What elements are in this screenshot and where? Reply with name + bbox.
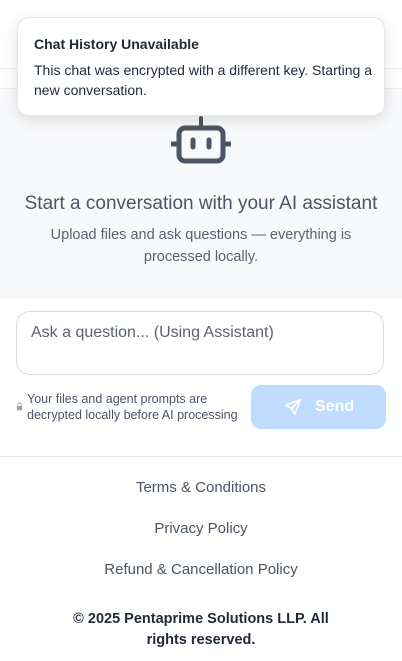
terms-link[interactable]: Terms & Conditions xyxy=(0,479,402,496)
question-input[interactable] xyxy=(29,322,373,370)
robot-icon xyxy=(171,116,231,164)
question-input-box xyxy=(16,311,384,375)
paper-plane-icon xyxy=(284,398,302,416)
send-button-label: Send xyxy=(315,398,355,415)
toast-message: This chat was encrypted with a different… xyxy=(34,62,372,98)
history-unavailable-toast: Chat History Unavailable This chat was e… xyxy=(17,17,385,116)
privacy-policy-link[interactable]: Privacy Policy xyxy=(0,520,402,537)
empty-state-title: Start a conversation with your AI assist… xyxy=(24,193,378,214)
refund-policy-link[interactable]: Refund & Cancellation Policy xyxy=(0,561,402,578)
send-button[interactable]: Send xyxy=(251,385,386,429)
empty-state-subtitle: Upload files and ask questions — everyth… xyxy=(50,227,352,265)
lock-icon xyxy=(16,402,23,411)
copyright-text: © 2025 Pentaprime Solutions LLP. All rig… xyxy=(73,611,329,648)
privacy-note: Your files and agent prompts are decrypt… xyxy=(27,392,238,422)
toast-title: Chat History Unavailable xyxy=(34,36,199,52)
